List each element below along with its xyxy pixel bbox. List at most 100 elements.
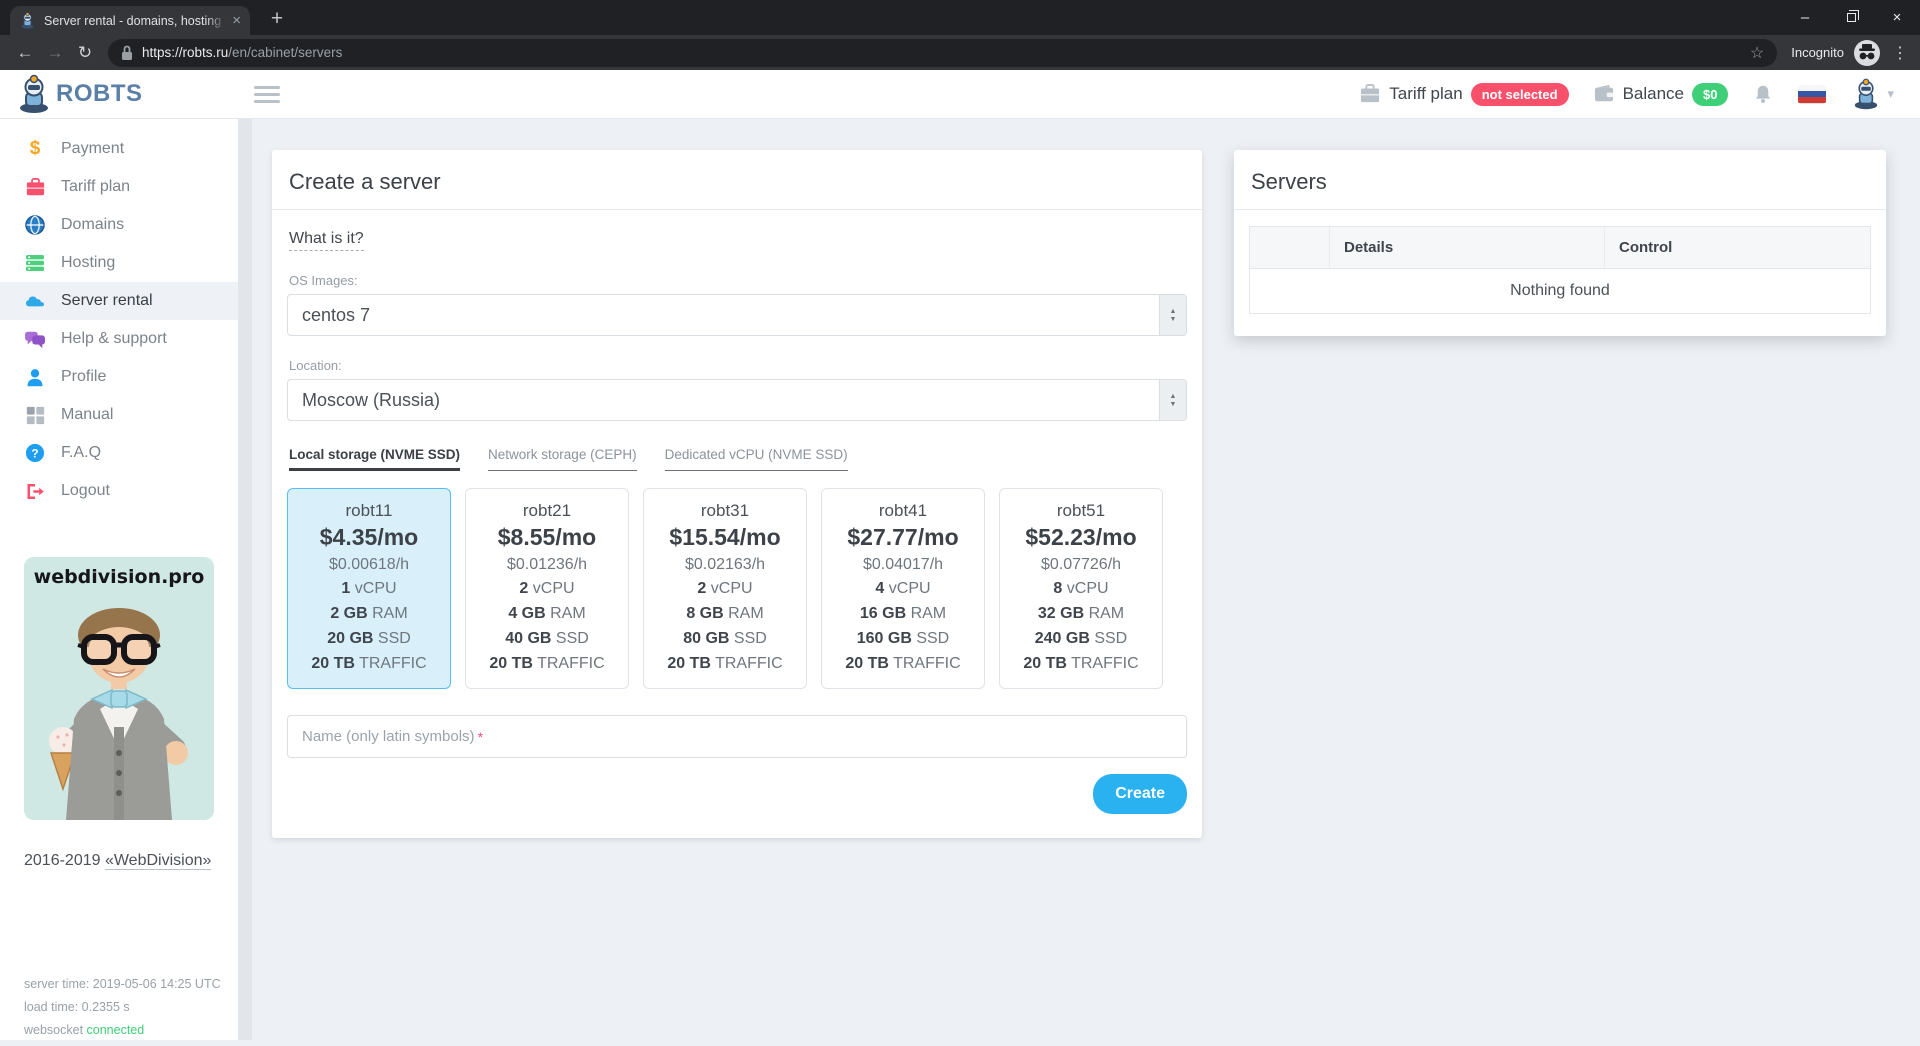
balance-status[interactable]: Balance $0 <box>1593 82 1729 106</box>
sidebar-item-payment[interactable]: $ Payment <box>0 130 238 168</box>
url-bar[interactable]: https://robts.ru/en/cabinet/servers ☆ <box>108 38 1778 67</box>
page-title: Create a server <box>289 169 441 194</box>
sidebar-item-label: Tariff plan <box>61 178 131 195</box>
sidebar-item-logout[interactable]: Logout <box>0 472 238 510</box>
sidebar-scrollbar[interactable] <box>238 119 252 1040</box>
plan-card-robt21[interactable]: robt21 $8.55/mo $0.01236/h 2 vCPU 4 GB R… <box>465 488 629 689</box>
menu-toggle-button[interactable] <box>250 78 284 111</box>
ad-boy-illustration <box>24 557 214 820</box>
balance-badge: $0 <box>1692 82 1729 106</box>
person-icon <box>24 367 46 387</box>
tab-close-icon[interactable]: × <box>232 12 241 29</box>
window-close-button[interactable]: × <box>1874 0 1920 35</box>
servers-empty-row: Nothing found <box>1250 268 1870 313</box>
sidebar-item-manual[interactable]: Manual <box>0 396 238 434</box>
forward-button[interactable]: → <box>40 38 70 68</box>
restore-icon <box>1846 9 1859 22</box>
server-name-placeholder: Name (only latin symbols) <box>302 728 475 745</box>
servers-col-control: Control <box>1619 239 1673 256</box>
lock-icon <box>122 45 132 60</box>
notifications-bell-icon[interactable] <box>1752 83 1774 105</box>
site-favicon-icon <box>21 12 34 29</box>
globe-icon <box>24 215 46 235</box>
create-server-panel: Create a server What is it? OS Images: c… <box>272 150 1202 838</box>
servers-table: Details Control Nothing found <box>1249 226 1871 314</box>
back-button[interactable]: ← <box>10 38 40 68</box>
server-time: server time: 2019-05-06 14:25 UTC <box>24 977 221 991</box>
site-header: ROBTS Tariff plan not selected Balance $… <box>0 70 1920 119</box>
logout-icon <box>24 481 46 501</box>
browser-menu-icon[interactable]: ⋮ <box>1890 43 1910 63</box>
plan-card-robt51[interactable]: robt51 $52.23/mo $0.07726/h 8 vCPU 32 GB… <box>999 488 1163 689</box>
browser-tab[interactable]: Server rental - domains, hosting a × <box>10 6 250 35</box>
url-path: /en/cabinet/servers <box>228 45 343 60</box>
sidebar-item-hosting[interactable]: Hosting <box>0 244 238 282</box>
tab-title: Server rental - domains, hosting a <box>44 13 227 28</box>
sidebar: $ Payment Tariff plan Domains Hosting Se… <box>0 119 238 1040</box>
sidebar-item-server-rental[interactable]: Server rental <box>0 282 238 320</box>
language-flag-russia[interactable] <box>1798 84 1827 104</box>
webdivision-link[interactable]: «WebDivision» <box>104 852 212 870</box>
incognito-icon <box>1854 39 1880 66</box>
window-minimize-button[interactable]: – <box>1782 0 1828 35</box>
servers-col-details: Details <box>1330 227 1605 268</box>
browser-tab-strip: Server rental - domains, hosting a × + –… <box>0 0 1920 35</box>
servers-title: Servers <box>1251 169 1327 194</box>
os-image-value: centos 7 <box>302 304 371 325</box>
user-menu[interactable]: ▾ <box>1850 78 1894 110</box>
system-info: server time: 2019-05-06 14:25 UTC load t… <box>24 977 221 1046</box>
sidebar-item-label: Payment <box>61 140 125 157</box>
plan-card-robt41[interactable]: robt41 $27.77/mo $0.04017/h 4 vCPU 16 GB… <box>821 488 985 689</box>
sidebar-item-label: Hosting <box>61 254 116 271</box>
tab-dedicated-vcpu[interactable]: Dedicated vCPU (NVME SSD) <box>664 447 848 471</box>
sidebar-item-domains[interactable]: Domains <box>0 206 238 244</box>
new-tab-button[interactable]: + <box>263 5 291 33</box>
divider <box>272 209 1202 210</box>
os-images-label: OS Images: <box>289 273 358 288</box>
what-is-it-link[interactable]: What is it? <box>289 230 364 251</box>
websocket-status: websocket connected <box>24 1023 221 1037</box>
svg-text:?: ? <box>31 447 38 461</box>
websocket-value: connected <box>86 1023 145 1037</box>
location-value: Moscow (Russia) <box>302 389 441 410</box>
copyright: 2016-2019 «WebDivision» <box>24 852 212 870</box>
sidebar-item-faq[interactable]: ? F.A.Q <box>0 434 238 472</box>
cloud-icon <box>24 291 46 311</box>
bookmark-star-icon[interactable]: ☆ <box>1750 43 1764 63</box>
location-select[interactable]: Moscow (Russia) ▲ ▼ <box>287 379 1187 421</box>
sidebar-item-label: Manual <box>61 406 114 423</box>
question-circle-icon: ? <box>24 443 46 463</box>
incognito-label: Incognito <box>1791 45 1844 60</box>
plan-cards: robt11 $4.35/mo $0.00618/h 1 vCPU 2 GB R… <box>287 488 1187 689</box>
divider <box>1234 209 1886 210</box>
tab-network-storage[interactable]: Network storage (CEPH) <box>488 447 637 471</box>
robot-logo-icon <box>20 74 48 113</box>
plan-card-robt11[interactable]: robt11 $4.35/mo $0.00618/h 1 vCPU 2 GB R… <box>287 488 451 689</box>
url-host: https://robts.ru <box>142 45 229 60</box>
chat-bubbles-icon <box>24 329 46 349</box>
logo[interactable]: ROBTS <box>0 74 238 114</box>
os-image-select[interactable]: centos 7 ▲ ▼ <box>287 294 1187 336</box>
create-button[interactable]: Create <box>1093 774 1187 814</box>
sidebar-item-tariff-plan[interactable]: Tariff plan <box>0 168 238 206</box>
servers-col-empty <box>1250 227 1330 268</box>
tariff-plan-status[interactable]: Tariff plan not selected <box>1359 82 1569 106</box>
plan-card-robt31[interactable]: robt31 $15.54/mo $0.02163/h 2 vCPU 8 GB … <box>643 488 807 689</box>
server-stack-icon <box>24 253 46 273</box>
window-restore-button[interactable] <box>1828 0 1874 35</box>
sidebar-item-profile[interactable]: Profile <box>0 358 238 396</box>
wallet-icon <box>1594 84 1613 102</box>
chevron-down-icon: ▾ <box>1887 86 1894 101</box>
tab-local-storage[interactable]: Local storage (NVME SSD) <box>289 447 461 471</box>
select-stepper-icon: ▲ ▼ <box>1159 295 1186 335</box>
ad-banner[interactable]: webdivision.pro <box>24 557 214 820</box>
logo-text: ROBTS <box>56 80 143 107</box>
sidebar-item-label: Server rental <box>61 292 153 309</box>
reload-button[interactable]: ↻ <box>70 38 100 68</box>
server-name-input[interactable]: Name (only latin symbols) * <box>287 715 1187 758</box>
tariff-plan-badge: not selected <box>1470 82 1569 106</box>
sidebar-item-help-support[interactable]: Help & support <box>0 320 238 358</box>
copyright-years: 2016-2019 <box>24 852 105 869</box>
browser-toolbar: ← → ↻ https://robts.ru/en/cabinet/server… <box>0 35 1920 70</box>
briefcase-icon <box>24 177 46 197</box>
